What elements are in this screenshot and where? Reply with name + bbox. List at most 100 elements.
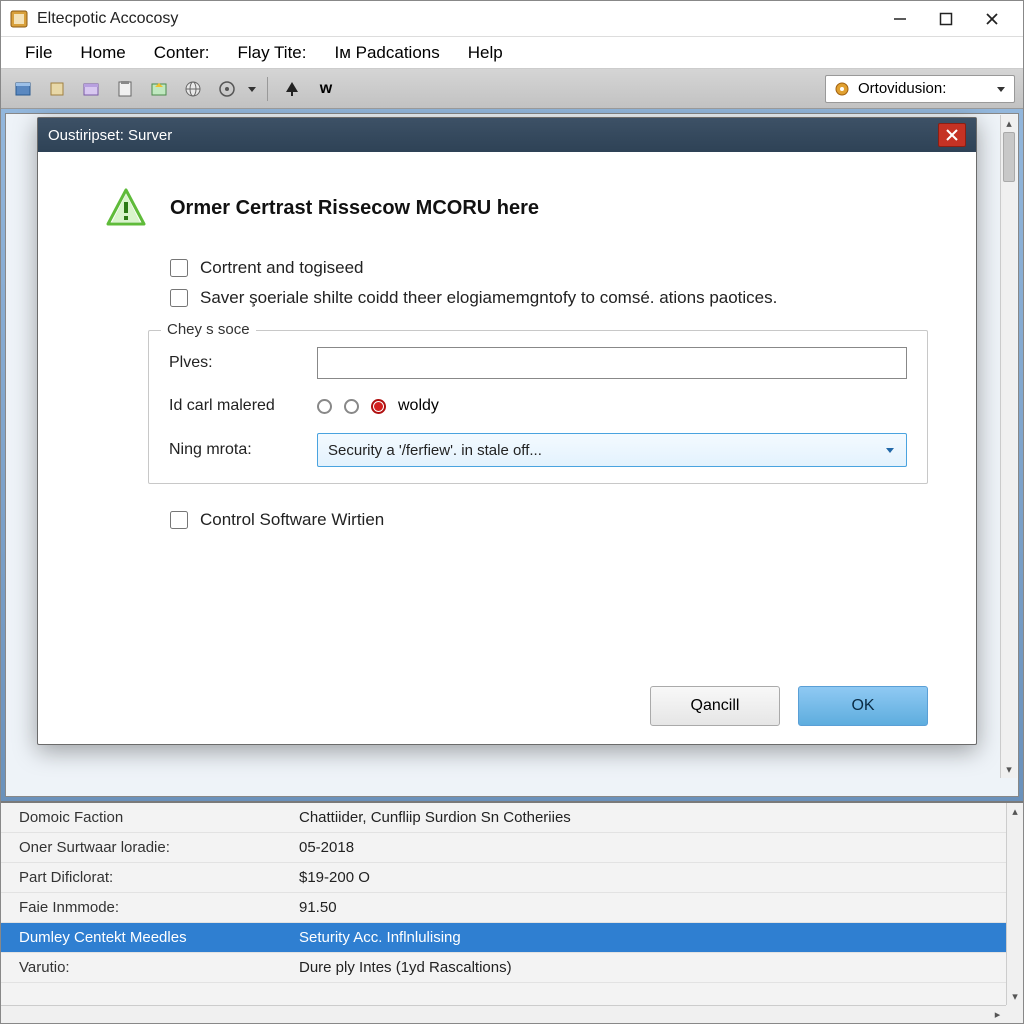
scroll-corner	[1006, 1005, 1023, 1023]
menubar: File Home Conter: Flay Tite: Iм Padcatio…	[1, 37, 1023, 69]
property-value: Chattiider, Cunfliip Surdion Sn Cotherii…	[291, 809, 1006, 826]
gear-icon	[834, 81, 850, 97]
checkbox-saver-input[interactable]	[170, 289, 188, 307]
label-idcarl: Id carl malered	[169, 397, 317, 415]
button-row: Qancill OK	[86, 672, 928, 726]
radio-option-1[interactable]	[317, 399, 332, 414]
checkbox-saver[interactable]: Saver şoeriale shilte coidd theer elogia…	[170, 288, 928, 308]
combo-label: Ortovidusion:	[858, 80, 946, 97]
menu-flay[interactable]: Flay Tite:	[224, 39, 321, 67]
radio-group: woldy	[317, 397, 439, 415]
menu-home[interactable]: Home	[66, 39, 139, 67]
property-row[interactable]: Domoic FactionChattiider, Cunfliip Surdi…	[1, 803, 1006, 833]
input-plves[interactable]	[317, 347, 907, 379]
checkbox-control-label: Control Software Wirtien	[200, 510, 384, 530]
toolbar-icon-4[interactable]	[111, 76, 139, 102]
radio-option-2[interactable]	[344, 399, 359, 414]
property-key: Part Dificlorat:	[1, 869, 291, 886]
scroll-track[interactable]	[1001, 132, 1017, 761]
toolbar-icon-1[interactable]	[9, 76, 37, 102]
checkbox-control-input[interactable]	[170, 511, 188, 529]
scroll-track[interactable]	[1007, 820, 1023, 988]
row-plves: Plves:	[169, 347, 907, 379]
alert-row: Ormer Certrast Rissecow MCORU here	[104, 186, 928, 230]
toolbar-globe-icon[interactable]	[179, 76, 207, 102]
warning-icon	[104, 186, 148, 230]
property-key: Domoic Faction	[1, 809, 291, 826]
scroll-up-arrow[interactable]: ▴	[1007, 803, 1023, 820]
close-button[interactable]	[969, 4, 1015, 34]
scroll-track[interactable]	[1, 1006, 989, 1023]
property-row[interactable]: Faie Inmmode:91.50	[1, 893, 1006, 923]
app-window: Eltecpotic Accocosy File Home Conter: Fl…	[0, 0, 1024, 1024]
properties-hscroll[interactable]: ▸	[1, 1005, 1006, 1023]
toolbar-up-icon[interactable]	[278, 76, 306, 102]
property-key: Oner Surtwaar loradie:	[1, 839, 291, 856]
content-area: ▴ ▾ Oustiripset: Surver	[1, 109, 1023, 801]
property-key: Dumley Centekt Meedles	[1, 929, 291, 946]
modal-heading: Ormer Certrast Rissecow MCORU here	[170, 197, 539, 220]
label-plves: Plves:	[169, 354, 317, 372]
property-value: Dure ply Intes (1yd Rascaltions)	[291, 959, 1006, 976]
ok-button[interactable]: OK	[798, 686, 928, 726]
property-row[interactable]: Dumley Centekt MeedlesSeturity Acc. Infl…	[1, 923, 1006, 953]
minimize-button[interactable]	[877, 4, 923, 34]
chevron-down-icon	[996, 84, 1006, 94]
checkbox-control[interactable]: Control Software Wirtien	[170, 510, 928, 530]
fieldset-chey: Chey s soce Plves: Id carl malered woldy	[148, 330, 928, 484]
scroll-down-arrow[interactable]: ▾	[1007, 988, 1023, 1005]
property-value: $19-200 O	[291, 869, 1006, 886]
menu-file[interactable]: File	[11, 39, 66, 67]
toolbar-w-icon[interactable]: w	[312, 76, 340, 102]
checkbox-cortrent-label: Cortrent and togiseed	[200, 258, 364, 278]
menu-help[interactable]: Help	[454, 39, 517, 67]
label-ning: Ning mrota:	[169, 441, 317, 459]
scroll-down-arrow[interactable]: ▾	[1001, 761, 1017, 778]
modal-title: Oustiripset: Surver	[48, 127, 938, 144]
select-ning-value: Security a '/ferfiew'. in stale off...	[328, 442, 542, 459]
modal-dialog: Oustiripset: Surver Ormer Cer	[37, 117, 977, 745]
property-key: Faie Inmmode:	[1, 899, 291, 916]
toolbar-dropdown-caret[interactable]	[247, 84, 257, 94]
cancel-button[interactable]: Qancill	[650, 686, 780, 726]
menu-pad[interactable]: Iм Padcations	[320, 39, 453, 67]
scroll-thumb[interactable]	[1003, 132, 1015, 182]
property-value: 05-2018	[291, 839, 1006, 856]
toolbar-separator	[267, 77, 268, 101]
fieldset-legend: Chey s soce	[161, 321, 256, 338]
properties-vscroll[interactable]: ▴ ▾	[1006, 803, 1023, 1005]
property-value: 91.50	[291, 899, 1006, 916]
menu-conter[interactable]: Conter:	[140, 39, 224, 67]
toolbar-target-icon[interactable]	[213, 76, 241, 102]
titlebar: Eltecpotic Accocosy	[1, 1, 1023, 37]
property-value: Seturity Acc. Inflnlulising	[291, 929, 1006, 946]
row-idcarl: Id carl malered woldy	[169, 397, 907, 415]
properties-table: Domoic FactionChattiider, Cunfliip Surdi…	[1, 803, 1006, 1005]
modal-close-button[interactable]	[938, 123, 966, 147]
checkbox-cortrent-input[interactable]	[170, 259, 188, 277]
toolbar: w Ortovidusion:	[1, 69, 1023, 109]
radio-label-woldy: woldy	[398, 397, 439, 415]
toolbar-icon-5[interactable]	[145, 76, 173, 102]
app-icon	[9, 9, 29, 29]
app-title: Eltecpotic Accocosy	[37, 10, 877, 28]
scroll-up-arrow[interactable]: ▴	[1001, 115, 1017, 132]
modal-body: Ormer Certrast Rissecow MCORU here Cortr…	[38, 152, 976, 744]
vertical-scrollbar[interactable]: ▴ ▾	[1000, 115, 1017, 778]
toolbar-icon-2[interactable]	[43, 76, 71, 102]
radio-option-3[interactable]	[371, 399, 386, 414]
property-row[interactable]: Varutio:Dure ply Intes (1yd Rascaltions)	[1, 953, 1006, 983]
ortovidusion-combo[interactable]: Ortovidusion:	[825, 75, 1015, 103]
property-row[interactable]: Part Dificlorat:$19-200 O	[1, 863, 1006, 893]
checkbox-cortrent[interactable]: Cortrent and togiseed	[170, 258, 928, 278]
maximize-button[interactable]	[923, 4, 969, 34]
toolbar-icon-3[interactable]	[77, 76, 105, 102]
checkbox-saver-label: Saver şoeriale shilte coidd theer elogia…	[200, 288, 777, 308]
properties-pane: Domoic FactionChattiider, Cunfliip Surdi…	[1, 801, 1023, 1023]
row-ning: Ning mrota: Security a '/ferfiew'. in st…	[169, 433, 907, 467]
property-row[interactable]: Oner Surtwaar loradie:05-2018	[1, 833, 1006, 863]
property-key: Varutio:	[1, 959, 291, 976]
select-ning[interactable]: Security a '/ferfiew'. in stale off...	[317, 433, 907, 467]
scroll-right-arrow[interactable]: ▸	[989, 1006, 1006, 1023]
window-controls	[877, 4, 1015, 34]
